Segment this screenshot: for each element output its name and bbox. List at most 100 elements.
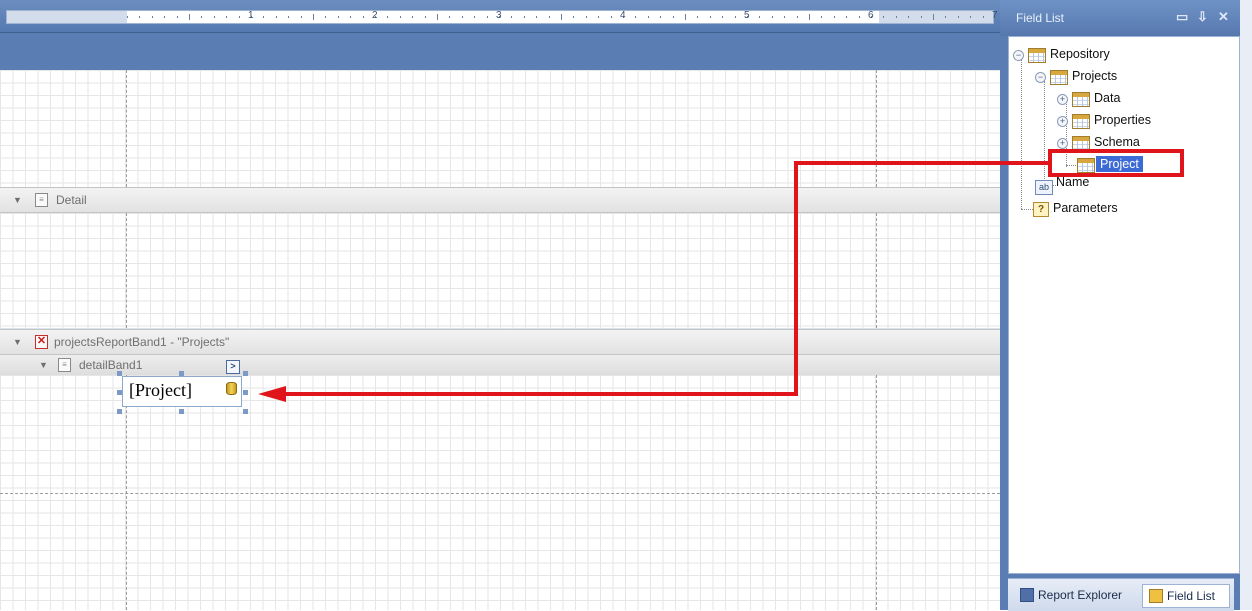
ruler-tick xyxy=(189,14,190,20)
tree-item-label: Data xyxy=(1094,91,1121,105)
table-icon xyxy=(1028,48,1046,63)
detail-band-area[interactable] xyxy=(0,213,1000,328)
tab-field-list[interactable]: Field List xyxy=(1142,584,1230,608)
ruler-tick xyxy=(784,16,786,18)
collapse-icon[interactable]: − xyxy=(1013,50,1024,61)
report-explorer-icon xyxy=(1020,588,1034,602)
ruler-tick xyxy=(288,16,290,18)
close-icon[interactable]: ✕ xyxy=(1218,9,1229,25)
ruler-tick xyxy=(164,16,166,18)
tree-item-label: Projects xyxy=(1072,69,1118,83)
left-margin-line xyxy=(126,213,127,328)
ruler-tick xyxy=(598,16,600,18)
ruler-tick xyxy=(660,16,662,18)
tab-report-explorer[interactable]: Report Explorer xyxy=(1014,584,1134,606)
ruler-tick xyxy=(213,16,215,18)
ruler-tick xyxy=(957,16,959,18)
ruler-tick xyxy=(362,16,364,18)
ruler-tick xyxy=(151,16,153,18)
ruler-strip: 1 2 3 4 5 6 7 xyxy=(6,10,998,24)
tab-label: Report Explorer xyxy=(1038,588,1123,602)
resize-handle[interactable] xyxy=(179,409,184,414)
tree-connector xyxy=(1021,209,1033,210)
ruler-tick xyxy=(809,14,810,20)
tree-item-label: Parameters xyxy=(1053,201,1118,215)
text-field-icon: ab xyxy=(1035,180,1053,195)
collapse-arrow-icon[interactable]: ▼ xyxy=(39,360,48,370)
right-margin-line xyxy=(876,213,877,328)
ruler-tick xyxy=(585,16,587,18)
resize-handle[interactable] xyxy=(117,409,122,414)
expand-icon[interactable]: + xyxy=(1057,116,1068,127)
ruler-tick xyxy=(685,14,686,20)
detail-band1-label: detailBand1 xyxy=(79,358,143,372)
window-scrollbar[interactable] xyxy=(1240,0,1252,610)
ruler-tick xyxy=(561,14,562,20)
field-list-title-bar: Field List ▭ ⇩ ✕ xyxy=(1000,0,1240,36)
expand-icon[interactable]: + xyxy=(1057,138,1068,149)
ruler-tick xyxy=(474,16,476,18)
ruler-tick xyxy=(387,16,389,18)
ruler-tick xyxy=(300,16,302,18)
report-band-header[interactable]: ▼ ✕ projectsReportBand1 - "Projects" xyxy=(0,329,1000,355)
smart-tag-button[interactable]: > xyxy=(226,360,240,374)
ruler-tick xyxy=(722,16,724,18)
ruler-left-margin xyxy=(7,11,127,23)
detail-band1-area[interactable] xyxy=(0,375,1000,610)
resize-handle[interactable] xyxy=(243,390,248,395)
ruler-tick xyxy=(263,16,265,18)
ruler-tick xyxy=(461,16,463,18)
window-restore-icon[interactable]: ▭ xyxy=(1176,9,1188,25)
ruler-number-1: 1 xyxy=(248,10,254,21)
ruler-tick xyxy=(573,16,575,18)
collapse-arrow-icon[interactable]: ▼ xyxy=(13,337,22,347)
report-designer-surface[interactable]: 1 2 3 4 5 6 7 ▼ ≡ Detail ▼ ✕ projectsRep… xyxy=(0,0,1000,610)
field-list-tree[interactable]: − Repository − Projects + Data + Propert… xyxy=(1008,36,1240,574)
resize-handle[interactable] xyxy=(243,371,248,376)
database-binding-icon xyxy=(226,382,237,395)
ruler-tick xyxy=(833,16,835,18)
ruler-tick xyxy=(238,16,240,18)
parameter-icon: ? xyxy=(1033,202,1049,217)
project-label-text: [Project] xyxy=(129,380,192,400)
ruler-tick xyxy=(883,16,885,18)
ruler-tick xyxy=(635,16,637,18)
ruler-tick xyxy=(399,16,401,18)
collapse-icon[interactable]: − xyxy=(1035,72,1046,83)
resize-handle[interactable] xyxy=(243,409,248,414)
expand-icon[interactable]: + xyxy=(1057,94,1068,105)
ruler-tick xyxy=(771,16,773,18)
resize-handle[interactable] xyxy=(179,371,184,376)
tree-item-label: Schema xyxy=(1094,135,1140,149)
top-band-area[interactable] xyxy=(0,70,1000,187)
page-header-area xyxy=(0,33,1000,70)
pin-icon[interactable]: ⇩ xyxy=(1197,9,1208,25)
horizontal-ruler: 1 2 3 4 5 6 7 xyxy=(0,0,1000,33)
ruler-tick xyxy=(796,16,798,18)
ruler-number-5: 5 xyxy=(744,10,750,21)
ruler-number-4: 4 xyxy=(620,10,626,21)
report-band-icon: ✕ xyxy=(35,335,48,349)
ruler-number-6: 6 xyxy=(868,10,874,21)
resize-handle[interactable] xyxy=(117,371,122,376)
project-label-control[interactable]: [Project] xyxy=(122,376,242,407)
collapse-arrow-icon[interactable]: ▼ xyxy=(13,195,22,205)
tree-connector xyxy=(1021,59,1022,209)
table-icon xyxy=(1072,92,1090,107)
tree-item-label: Name xyxy=(1056,175,1090,189)
ruler-number-7: 7 xyxy=(992,10,998,21)
resize-handle[interactable] xyxy=(117,390,122,395)
ruler-tick xyxy=(176,16,178,18)
ruler-tick xyxy=(337,16,339,18)
ruler-tick xyxy=(933,14,934,20)
ruler-tick xyxy=(982,16,984,18)
tree-connector xyxy=(1044,81,1045,185)
detail-band1-header[interactable]: ▼ ≡ detailBand1 xyxy=(0,354,1000,376)
detail-band-header[interactable]: ▼ ≡ Detail xyxy=(0,187,1000,213)
band-icon: ≡ xyxy=(35,193,48,207)
ruler-tick xyxy=(139,16,141,18)
ruler-tick xyxy=(672,16,674,18)
field-list-icon xyxy=(1149,589,1163,603)
ruler-tick xyxy=(610,16,612,18)
detail-band-label: Detail xyxy=(56,193,87,207)
